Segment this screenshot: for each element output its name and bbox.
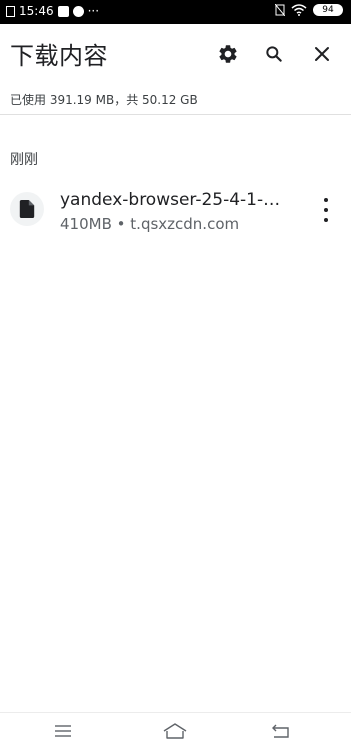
notification-app-icon [57,5,69,17]
file-icon [19,200,35,218]
recent-apps-button[interactable] [48,721,78,741]
download-file-name: yandex-browser-25-4-1-… [60,190,281,210]
close-button[interactable] [306,38,338,70]
battery-indicator: 94 [313,4,343,16]
sim-icon [6,5,15,17]
settings-button[interactable] [212,38,244,70]
more-vert-icon-dot [324,198,328,202]
status-right: 94 [275,4,343,16]
back-button[interactable] [266,721,296,741]
more-options-button[interactable] [316,198,336,222]
no-sim-icon [275,4,285,16]
home-button[interactable] [160,721,190,741]
close-icon [315,47,329,61]
status-left: 15:46 ··· [6,4,99,18]
page-title: 下载内容 [10,42,108,70]
header: 下载内容 [0,24,351,84]
gear-icon [219,45,237,63]
status-time: 15:46 [19,4,54,18]
notification-app-icon-2 [72,5,84,17]
back-icon [272,724,289,738]
storage-usage: 已使用 391.19 MB，共 50.12 GB [10,93,198,107]
system-navigation-bar [0,712,351,748]
home-icon [163,723,187,739]
more-vert-icon-dot [324,218,328,222]
meta-separator: • [116,215,126,233]
more-notifications-indicator: ··· [87,4,100,18]
wifi-icon [291,4,307,16]
search-icon [266,46,282,62]
search-button[interactable] [258,38,290,70]
menu-icon [55,725,71,737]
file-icon-container [10,192,44,226]
download-item[interactable]: yandex-browser-25-4-1-… 410MB • t.qsxzcd… [0,180,351,240]
download-source: t.qsxzcdn.com [130,215,240,233]
section-title-recent: 刚刚 [10,152,38,168]
more-vert-icon-dot [324,208,328,212]
status-bar: 15:46 ··· 94 [0,0,351,24]
divider [0,114,351,115]
download-meta: 410MB • t.qsxzcdn.com [60,215,239,233]
download-size: 410MB [60,215,112,233]
